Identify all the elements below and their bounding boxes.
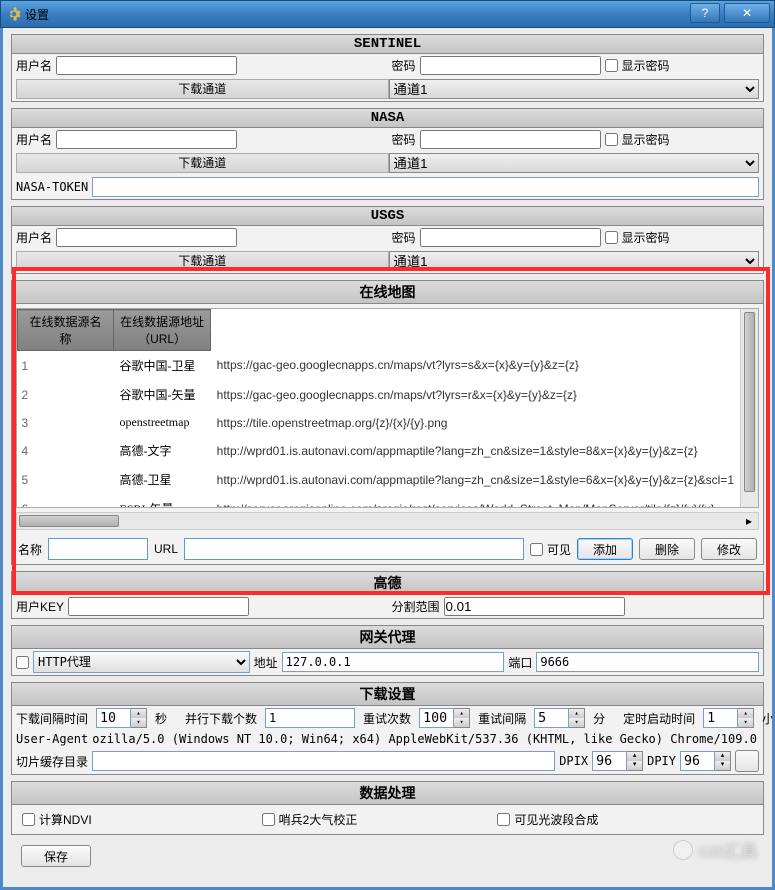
add-url-input[interactable]: [184, 538, 524, 560]
cache-label: 切片缓存目录: [16, 753, 88, 770]
nasa-pass-label: 密码: [392, 131, 416, 148]
onlinemaps-col-name[interactable]: 在线数据源名称: [18, 310, 114, 351]
interval-spinner[interactable]: ▴▾: [96, 708, 147, 728]
add-name-label: 名称: [18, 541, 42, 558]
onlinemaps-title: 在线地图: [12, 281, 763, 304]
cache-input[interactable]: [92, 751, 555, 771]
table-row[interactable]: 4高德-文字http://wprd01.is.autonavi.com/appm…: [18, 436, 741, 465]
modify-button[interactable]: 修改: [701, 538, 757, 560]
horizontal-scrollbar[interactable]: ▸: [16, 512, 759, 530]
add-name-input[interactable]: [48, 538, 148, 560]
gaode-split-input[interactable]: [444, 597, 625, 616]
ua-value: ozilla/5.0 (Windows NT 10.0; Win64; x64)…: [92, 732, 759, 746]
table-row[interactable]: 3openstreetmaphttps://tile.openstreetmap…: [18, 409, 741, 436]
proxy-enable-check[interactable]: [16, 656, 29, 669]
proxy-addr-input[interactable]: [282, 652, 505, 672]
usgs-pass-input[interactable]: [420, 228, 601, 247]
sentinel-user-input[interactable]: [56, 56, 237, 75]
nasa-showpass-check[interactable]: [605, 133, 618, 146]
onlinemaps-table[interactable]: 在线数据源名称 在线数据源地址（URL） 1谷歌中国-卫星https://gac…: [16, 308, 759, 508]
gaode-split-label: 分割范围: [392, 598, 440, 615]
usgs-showpass-check[interactable]: [605, 231, 618, 244]
visible-band-check[interactable]: [497, 813, 510, 826]
vertical-scrollbar[interactable]: [740, 309, 758, 507]
nasa-token-input[interactable]: [92, 177, 759, 197]
sentinel-showpass-check[interactable]: [605, 59, 618, 72]
add-button[interactable]: 添加: [577, 538, 633, 560]
dpix-spinner[interactable]: ▴▾: [592, 751, 643, 771]
processing-title: 数据处理: [12, 782, 763, 805]
sentinel-pass-input[interactable]: [420, 56, 601, 75]
add-url-label: URL: [154, 542, 178, 556]
onlinemaps-group: 在线地图 在线数据源名称 在线数据源地址（URL） 1谷歌中国-卫星https:…: [11, 280, 764, 565]
proxy-port-input[interactable]: [536, 652, 759, 672]
delete-button[interactable]: 删除: [639, 538, 695, 560]
nasa-token-label: NASA-TOKEN: [16, 180, 88, 194]
watermark: GIS汇具: [673, 838, 757, 862]
browse-button[interactable]: [735, 750, 759, 772]
sentinel-channel-select[interactable]: 通道1: [389, 79, 760, 99]
wechat-icon: [673, 840, 693, 860]
usgs-group: USGS 用户名 密码 显示密码 下载通道 通道1: [11, 206, 764, 274]
table-row[interactable]: 5高德-卫星http://wprd01.is.autonavi.com/appm…: [18, 465, 741, 494]
proxy-addr-label: 地址: [254, 654, 278, 671]
gaode-group: 高德 用户KEY 分割范围: [11, 571, 764, 619]
gaode-key-label: 用户KEY: [16, 598, 64, 615]
close-button[interactable]: ✕: [724, 3, 770, 23]
retry-spinner[interactable]: ▴▾: [419, 708, 470, 728]
sentinel-user-label: 用户名: [16, 57, 52, 74]
usgs-channel-select[interactable]: 通道1: [389, 251, 760, 271]
usgs-pass-label: 密码: [392, 229, 416, 246]
table-row[interactable]: 2谷歌中国-矢量https://gac-geo.googlecnapps.cn/…: [18, 380, 741, 409]
ndvi-check[interactable]: [22, 813, 35, 826]
processing-group: 数据处理 计算NDVI 哨兵2大气校正 可见光波段合成: [11, 781, 764, 835]
add-visible-check[interactable]: [530, 543, 543, 556]
nasa-group: NASA 用户名 密码 显示密码 下载通道 通道1 NASA-TOKEN: [11, 108, 764, 200]
timer-spinner[interactable]: ▴▾: [703, 708, 754, 728]
download-group: 下载设置 下载间隔时间 ▴▾ 秒 并行下载个数 重试次数 ▴▾ 重试间隔 ▴▾ …: [11, 682, 764, 775]
sentinel-title: SENTINEL: [12, 35, 763, 54]
nasa-user-input[interactable]: [56, 130, 237, 149]
window-title: 设置: [25, 6, 49, 23]
sentinel-group: SENTINEL 用户名 密码 显示密码 下载通道 通道1: [11, 34, 764, 102]
retry-int-spinner[interactable]: ▴▾: [534, 708, 585, 728]
s2-check[interactable]: [262, 813, 275, 826]
usgs-user-label: 用户名: [16, 229, 52, 246]
proxy-title: 网关代理: [12, 626, 763, 649]
scroll-right-icon[interactable]: ▸: [742, 515, 756, 527]
parallel-input[interactable]: [265, 708, 355, 728]
usgs-title: USGS: [12, 207, 763, 226]
nasa-pass-input[interactable]: [420, 130, 601, 149]
titlebar: 设置 ? ✕: [0, 0, 775, 28]
nasa-user-label: 用户名: [16, 131, 52, 148]
ua-label: User-Agent: [16, 732, 88, 746]
sentinel-pass-label: 密码: [392, 57, 416, 74]
onlinemaps-col-url[interactable]: 在线数据源地址（URL）: [113, 310, 210, 351]
download-title: 下载设置: [12, 683, 763, 706]
proxy-port-label: 端口: [508, 654, 532, 671]
gaode-key-input[interactable]: [68, 597, 249, 616]
sentinel-channel-label: 下载通道: [16, 79, 389, 99]
nasa-channel-select[interactable]: 通道1: [389, 153, 760, 173]
dpiy-spinner[interactable]: ▴▾: [680, 751, 731, 771]
proxy-group: 网关代理 HTTP代理 地址 端口: [11, 625, 764, 676]
usgs-channel-label: 下载通道: [16, 251, 389, 271]
proxy-type-select[interactable]: HTTP代理: [33, 651, 250, 673]
help-button[interactable]: ?: [690, 3, 720, 23]
usgs-user-input[interactable]: [56, 228, 237, 247]
gaode-title: 高德: [12, 572, 763, 595]
nasa-title: NASA: [12, 109, 763, 128]
nasa-channel-label: 下载通道: [16, 153, 389, 173]
save-button[interactable]: 保存: [21, 845, 91, 867]
table-row[interactable]: 1谷歌中国-卫星https://gac-geo.googlecnapps.cn/…: [18, 351, 741, 381]
table-row[interactable]: 6ESRI-矢量http://server.arcgisonline.com/a…: [18, 494, 741, 508]
settings-icon: [7, 7, 21, 21]
